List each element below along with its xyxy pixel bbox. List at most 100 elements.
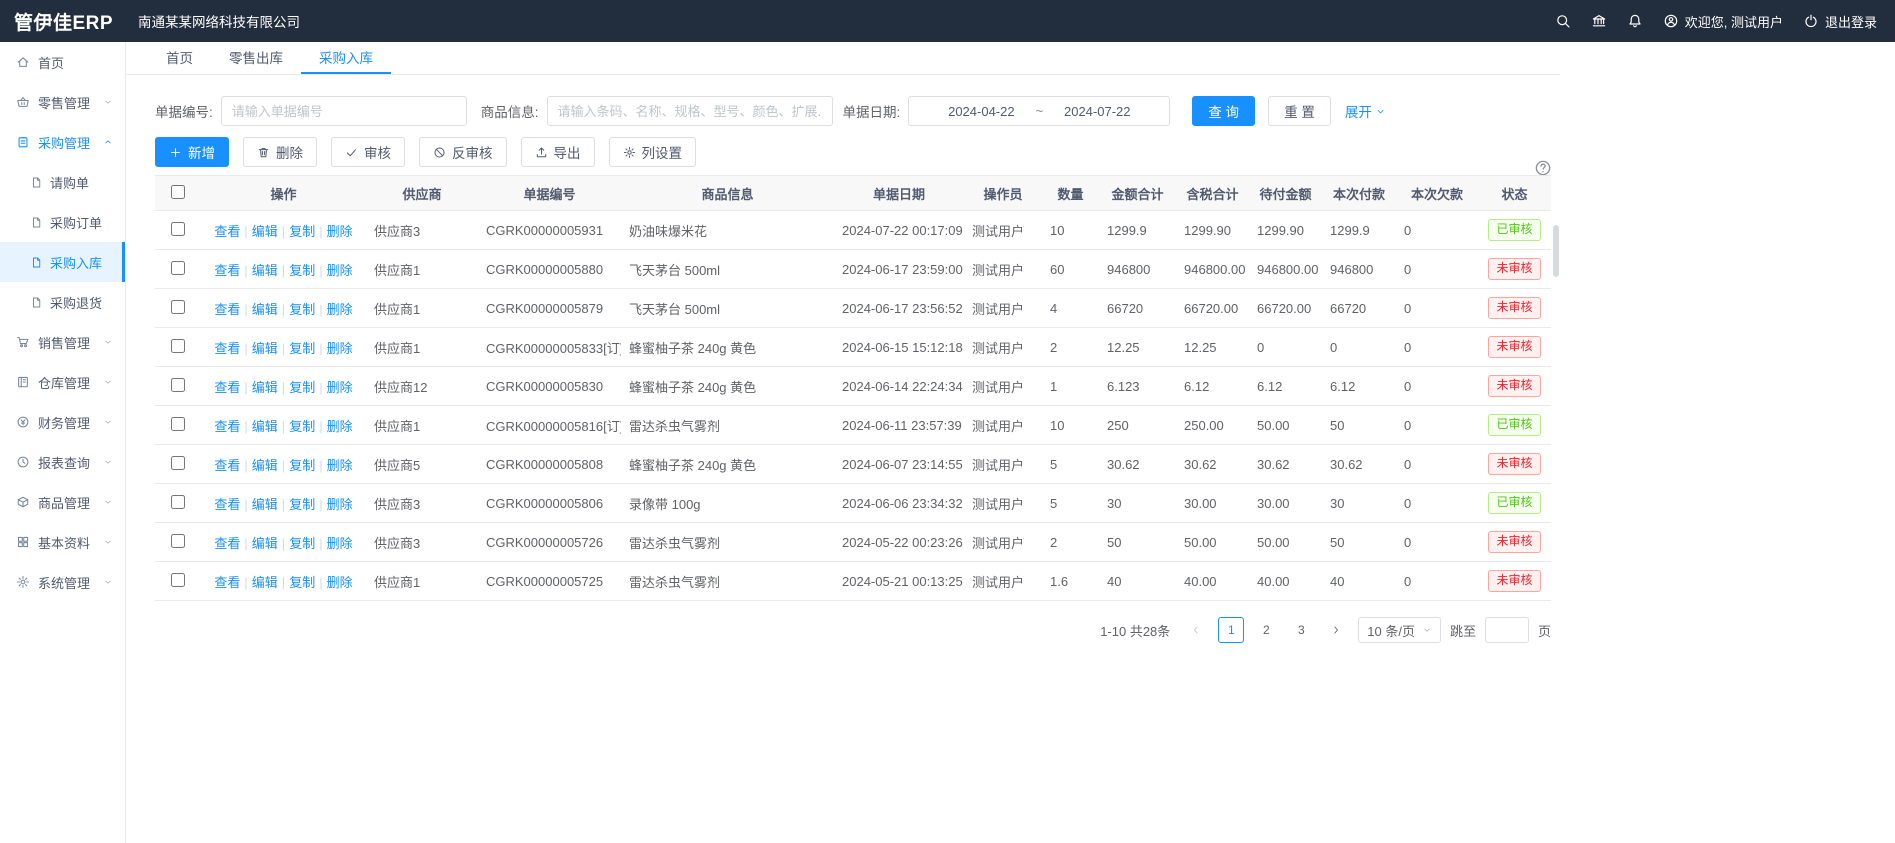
copy-link[interactable]: 复制 [289, 380, 315, 395]
page-button-1[interactable]: 1 [1218, 617, 1244, 643]
view-link[interactable]: 查看 [214, 302, 240, 317]
delete-link[interactable]: 删除 [327, 419, 353, 434]
delete-link[interactable]: 删除 [327, 224, 353, 239]
sidebar-item-home[interactable]: 首页 [0, 42, 125, 82]
view-link[interactable]: 查看 [214, 575, 240, 590]
view-link[interactable]: 查看 [214, 536, 240, 551]
sidebar-item-warehouse-mgmt[interactable]: 仓库管理 [0, 362, 125, 402]
copy-link[interactable]: 复制 [289, 575, 315, 590]
tab-purchase-inbound[interactable]: 采购入库 [301, 42, 391, 74]
sidebar-item-purchase-request[interactable]: 请购单 [0, 162, 125, 202]
edit-link[interactable]: 编辑 [252, 380, 278, 395]
copy-link[interactable]: 复制 [289, 224, 315, 239]
delete-link[interactable]: 删除 [327, 575, 353, 590]
row-checkbox[interactable] [171, 534, 185, 548]
edit-link[interactable]: 编辑 [252, 497, 278, 512]
next-page-button[interactable] [1323, 617, 1349, 643]
doc-no-input[interactable] [221, 96, 467, 126]
view-link[interactable]: 查看 [214, 224, 240, 239]
row-checkbox[interactable] [171, 300, 185, 314]
table-scrollbar[interactable] [1553, 211, 1559, 599]
delete-link[interactable]: 删除 [327, 536, 353, 551]
page-size-select[interactable]: 10 条/页 [1358, 617, 1441, 643]
row-checkbox[interactable] [171, 339, 185, 353]
edit-link[interactable]: 编辑 [252, 419, 278, 434]
edit-link[interactable]: 编辑 [252, 263, 278, 278]
cell-operations: 查看|编辑|复制|删除 [201, 367, 366, 406]
date-from-input[interactable] [937, 104, 1025, 119]
sidebar-item-label: 销售管理 [38, 333, 103, 352]
welcome-user-menu[interactable]: 欢迎您, 测试用户 [1663, 12, 1783, 31]
row-checkbox[interactable] [171, 222, 185, 236]
view-link[interactable]: 查看 [214, 263, 240, 278]
copy-link[interactable]: 复制 [289, 458, 315, 473]
view-link[interactable]: 查看 [214, 380, 240, 395]
audit-button[interactable]: 审核 [331, 137, 405, 167]
export-button[interactable]: 导出 [521, 137, 595, 167]
delete-link[interactable]: 删除 [327, 263, 353, 278]
row-checkbox[interactable] [171, 261, 185, 275]
row-checkbox[interactable] [171, 573, 185, 587]
sidebar-item-retail-mgmt[interactable]: 零售管理 [0, 82, 125, 122]
copy-link[interactable]: 复制 [289, 497, 315, 512]
scrollbar-thumb[interactable] [1553, 225, 1559, 277]
delete-link[interactable]: 删除 [327, 302, 353, 317]
copy-link[interactable]: 复制 [289, 419, 315, 434]
jump-page-input[interactable] [1485, 617, 1529, 643]
copy-link[interactable]: 复制 [289, 536, 315, 551]
view-link[interactable]: 查看 [214, 497, 240, 512]
delete-link[interactable]: 删除 [327, 458, 353, 473]
edit-link[interactable]: 编辑 [252, 224, 278, 239]
sidebar-item-system-mgmt[interactable]: 系统管理 [0, 562, 125, 602]
search-icon[interactable] [1555, 13, 1571, 29]
sidebar-item-base-data[interactable]: 基本资料 [0, 522, 125, 562]
reset-button[interactable]: 重 置 [1268, 96, 1331, 126]
delete-link[interactable]: 删除 [327, 380, 353, 395]
row-checkbox[interactable] [171, 456, 185, 470]
sidebar-item-purchase-inbound[interactable]: 采购入库 [0, 242, 125, 282]
edit-link[interactable]: 编辑 [252, 575, 278, 590]
search-button[interactable]: 查 询 [1192, 96, 1255, 126]
copy-link[interactable]: 复制 [289, 302, 315, 317]
bell-icon[interactable] [1627, 13, 1643, 29]
prev-page-button[interactable] [1183, 617, 1209, 643]
sidebar-item-finance-mgmt[interactable]: 财务管理 [0, 402, 125, 442]
view-link[interactable]: 查看 [214, 419, 240, 434]
sidebar-item-product-mgmt[interactable]: 商品管理 [0, 482, 125, 522]
edit-link[interactable]: 编辑 [252, 341, 278, 356]
logout-button[interactable]: 退出登录 [1803, 12, 1877, 31]
sidebar-item-purchase-mgmt[interactable]: 采购管理 [0, 122, 125, 162]
sidebar-item-report-query[interactable]: 报表查询 [0, 442, 125, 482]
company-name: 南通某某网络科技有限公司 [138, 11, 300, 31]
copy-link[interactable]: 复制 [289, 263, 315, 278]
row-checkbox[interactable] [171, 417, 185, 431]
edit-link[interactable]: 编辑 [252, 458, 278, 473]
page-button-2[interactable]: 2 [1253, 617, 1279, 643]
bank-icon[interactable] [1591, 13, 1607, 29]
op-separator: | [319, 302, 322, 317]
edit-link[interactable]: 编辑 [252, 536, 278, 551]
column-settings-button[interactable]: 列设置 [609, 137, 697, 167]
copy-link[interactable]: 复制 [289, 341, 315, 356]
sidebar-item-sales-mgmt[interactable]: 销售管理 [0, 322, 125, 362]
tab-home[interactable]: 首页 [148, 42, 211, 74]
date-range-picker[interactable]: ~ [908, 96, 1170, 126]
date-to-input[interactable] [1053, 104, 1141, 119]
sidebar-item-purchase-return[interactable]: 采购退货 [0, 282, 125, 322]
delete-link[interactable]: 删除 [327, 341, 353, 356]
delete-link[interactable]: 删除 [327, 497, 353, 512]
select-all-checkbox[interactable] [171, 185, 185, 199]
edit-link[interactable]: 编辑 [252, 302, 278, 317]
tab-retail-outbound[interactable]: 零售出库 [211, 42, 301, 74]
unaudit-button[interactable]: 反审核 [419, 137, 507, 167]
delete-button[interactable]: 删除 [243, 137, 317, 167]
view-link[interactable]: 查看 [214, 458, 240, 473]
view-link[interactable]: 查看 [214, 341, 240, 356]
sidebar-item-purchase-order[interactable]: 采购订单 [0, 202, 125, 242]
row-checkbox[interactable] [171, 495, 185, 509]
add-button[interactable]: 新增 [155, 137, 229, 167]
expand-filters-link[interactable]: 展开 [1345, 101, 1386, 121]
product-info-input[interactable] [547, 96, 833, 126]
row-checkbox[interactable] [171, 378, 185, 392]
page-button-3[interactable]: 3 [1288, 617, 1314, 643]
